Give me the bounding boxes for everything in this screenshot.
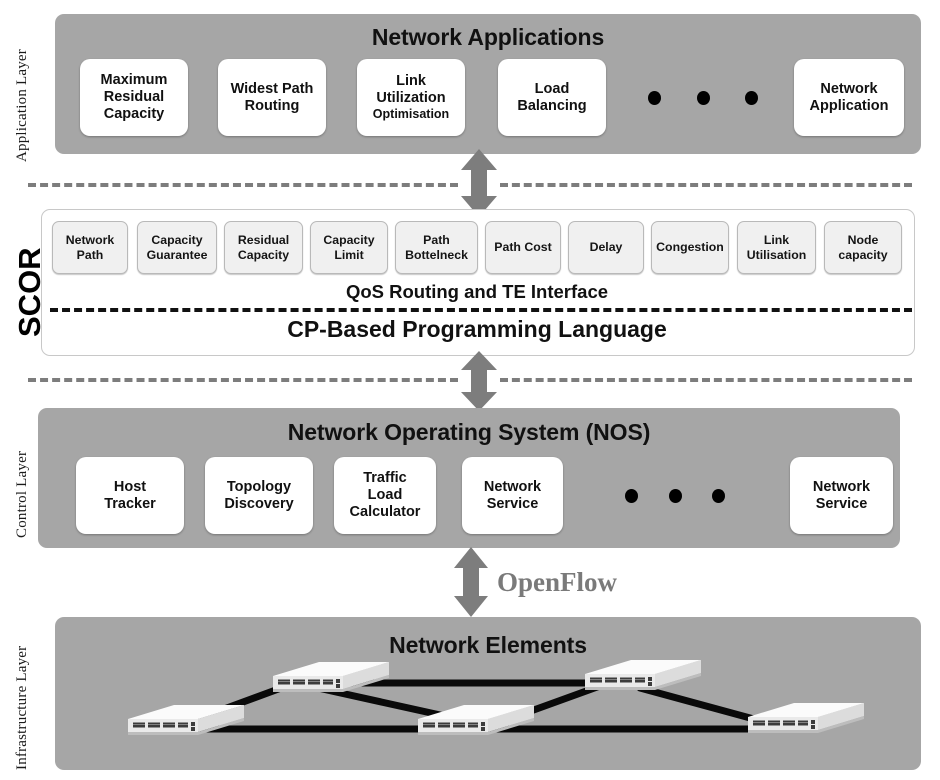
topology-link <box>636 684 769 726</box>
topology-switch[interactable] <box>585 660 701 690</box>
topology-switch[interactable] <box>748 703 864 733</box>
network-topology <box>128 660 864 735</box>
topology-switch[interactable] <box>273 662 389 692</box>
architecture-diagram: Application Layer Network Applications M… <box>0 0 940 780</box>
